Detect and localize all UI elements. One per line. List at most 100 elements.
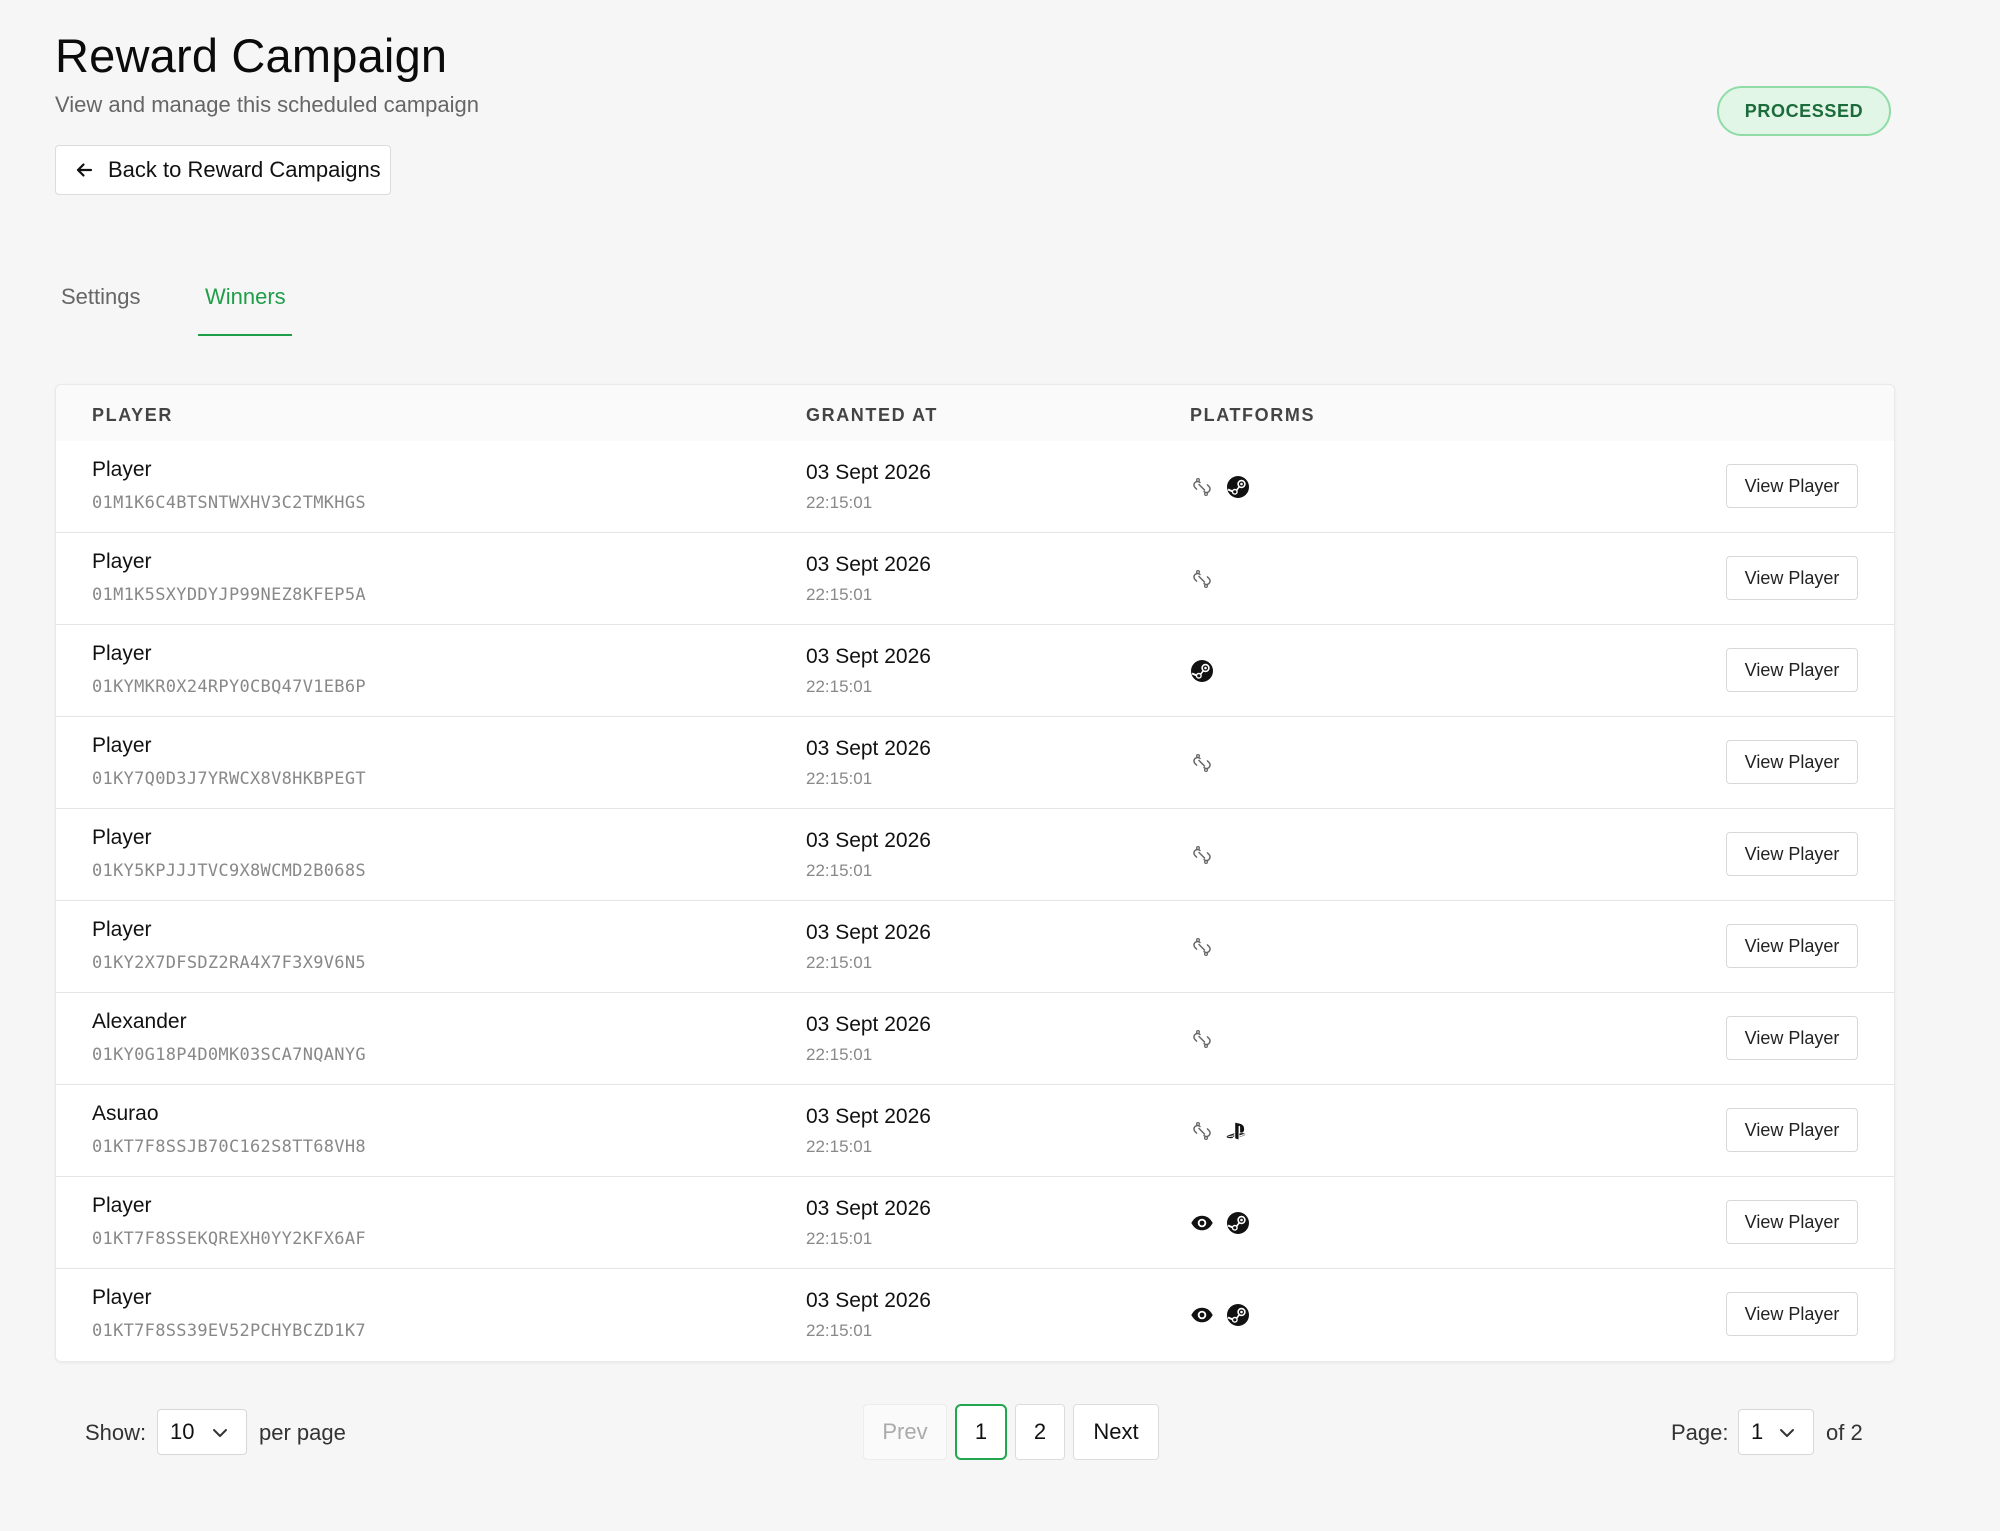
winners-table: PLAYER GRANTED AT PLATFORMS Player 01M1K6… — [55, 384, 1895, 1362]
granted-date: 03 Sept 2026 — [806, 1197, 931, 1220]
column-header-player: PLAYER — [92, 405, 173, 425]
table-row: Alexander 01KY0G18P4D0MK03SCA7NQANYG 03 Se… — [56, 993, 1894, 1085]
player-id: 01KT7F8SSJB70C162S8TT68VH8 — [92, 1137, 366, 1157]
view-player-button[interactable]: View Player — [1726, 1108, 1858, 1152]
view-player-button[interactable]: View Player — [1726, 648, 1858, 692]
table-row: Player 01KY7Q0D3J7YRWCX8V8HKBPEGT 03 Sept … — [56, 717, 1894, 809]
per-page-select[interactable]: 10 — [157, 1409, 247, 1455]
granted-date: 03 Sept 2026 — [806, 829, 931, 852]
page-select-value: 1 — [1751, 1419, 1764, 1444]
platform-icons — [1190, 1210, 1250, 1236]
view-player-button[interactable]: View Player — [1726, 924, 1858, 968]
page-title: Reward Campaign — [55, 29, 448, 82]
link-icon — [1190, 1119, 1214, 1143]
playstation-icon — [1226, 1119, 1250, 1143]
status-badge: PROCESSED — [1717, 86, 1891, 136]
pager: Prev 1 2 Next — [863, 1404, 1159, 1460]
eye-icon — [1190, 1211, 1214, 1235]
eye-icon — [1190, 1303, 1214, 1327]
page-count-label: of 2 — [1826, 1420, 1863, 1445]
player-id: 01KY2X7DFSDZ2RA4X7F3X9V6N5 — [92, 953, 366, 973]
granted-date: 03 Sept 2026 — [806, 921, 931, 944]
view-player-button[interactable]: View Player — [1726, 1292, 1858, 1336]
granted-time: 22:15:01 — [806, 1137, 873, 1156]
player-name: Player — [92, 550, 152, 573]
prev-button[interactable]: Prev — [863, 1404, 947, 1460]
view-player-button[interactable]: View Player — [1726, 464, 1858, 508]
player-id: 01KY5KPJJJTVC9X8WCMD2B068S — [92, 861, 366, 881]
view-player-button[interactable]: View Player — [1726, 556, 1858, 600]
granted-date: 03 Sept 2026 — [806, 1289, 931, 1312]
page-subtitle: View and manage this scheduled campaign — [55, 92, 479, 117]
platform-icons — [1190, 750, 1214, 776]
back-button-label: Back to Reward Campaigns — [108, 157, 381, 182]
player-id: 01KYMKR0X24RPY0CBQ47V1EB6P — [92, 677, 366, 697]
view-player-button[interactable]: View Player — [1726, 1200, 1858, 1244]
player-id: 01KT7F8SS39EV52PCHYBCZD1K7 — [92, 1321, 366, 1341]
steam-icon — [1226, 1303, 1250, 1327]
platform-icons — [1190, 934, 1214, 960]
back-to-campaigns-button[interactable]: Back to Reward Campaigns — [55, 145, 391, 195]
page-select[interactable]: 1 — [1738, 1409, 1814, 1455]
player-name: Player — [92, 1194, 152, 1217]
player-id: 01KY7Q0D3J7YRWCX8V8HKBPEGT — [92, 769, 366, 789]
table-header: PLAYER GRANTED AT PLATFORMS — [56, 385, 1894, 442]
granted-date: 03 Sept 2026 — [806, 645, 931, 668]
table-body: Player 01M1K6C4BTSNTWXHV3C2TMKHGS 03 Sept … — [56, 441, 1894, 1361]
link-icon — [1190, 751, 1214, 775]
chevron-down-icon — [213, 1429, 227, 1437]
granted-time: 22:15:01 — [806, 1229, 873, 1248]
view-player-button[interactable]: View Player — [1726, 1016, 1858, 1060]
view-player-button[interactable]: View Player — [1726, 832, 1858, 876]
link-icon — [1190, 567, 1214, 591]
player-name: Player — [92, 1286, 152, 1309]
granted-time: 22:15:01 — [806, 953, 873, 972]
steam-icon — [1190, 659, 1214, 683]
granted-time: 22:15:01 — [806, 769, 873, 788]
page-2-button[interactable]: 2 — [1015, 1404, 1065, 1460]
steam-icon — [1226, 1211, 1250, 1235]
granted-time: 22:15:01 — [806, 585, 873, 604]
per-page-label: per page — [259, 1420, 346, 1445]
granted-date: 03 Sept 2026 — [806, 553, 931, 576]
link-icon — [1190, 843, 1214, 867]
link-icon — [1190, 475, 1214, 499]
page-1-button[interactable]: 1 — [955, 1404, 1007, 1460]
link-icon — [1190, 935, 1214, 959]
next-button[interactable]: Next — [1073, 1404, 1159, 1460]
platform-icons — [1190, 658, 1214, 684]
player-id: 01KT7F8SSEKQREXH0YY2KFX6AF — [92, 1229, 366, 1249]
granted-time: 22:15:01 — [806, 861, 873, 880]
per-page-value: 10 — [170, 1419, 195, 1444]
link-icon — [1190, 1027, 1214, 1051]
column-header-granted-at: GRANTED AT — [806, 405, 938, 425]
granted-date: 03 Sept 2026 — [806, 461, 931, 484]
player-name: Asurao — [92, 1102, 159, 1125]
tab-settings[interactable]: Settings — [61, 284, 141, 310]
tab-winners[interactable]: Winners — [205, 284, 286, 310]
table-row: Asurao 01KT7F8SSJB70C162S8TT68VH8 03 Sept … — [56, 1085, 1894, 1177]
table-row: Player 01KT7F8SSEKQREXH0YY2KFX6AF 03 Sept … — [56, 1177, 1894, 1269]
platform-icons — [1190, 1302, 1250, 1328]
player-name: Player — [92, 458, 152, 481]
player-id: 01M1K6C4BTSNTWXHV3C2TMKHGS — [92, 493, 366, 513]
view-player-button[interactable]: View Player — [1726, 740, 1858, 784]
steam-icon — [1226, 475, 1250, 499]
player-id: 01M1K5SXYDDYJP99NEZ8KFEP5A — [92, 585, 366, 605]
table-row: Player 01M1K5SXYDDYJP99NEZ8KFEP5A 03 Sept … — [56, 533, 1894, 625]
player-id: 01KY0G18P4D0MK03SCA7NQANYG — [92, 1045, 366, 1065]
table-row: Player 01KT7F8SS39EV52PCHYBCZD1K7 03 Sept … — [56, 1269, 1894, 1361]
granted-time: 22:15:01 — [806, 1045, 873, 1064]
page-label: Page: — [1671, 1420, 1729, 1445]
table-row: Player 01KYMKR0X24RPY0CBQ47V1EB6P 03 Sept … — [56, 625, 1894, 717]
platform-icons — [1190, 1026, 1214, 1052]
granted-time: 22:15:01 — [806, 1321, 873, 1340]
pagination-footer: Show: 10 per page Prev 1 2 Next Page: 1 … — [55, 1404, 1895, 1460]
player-name: Player — [92, 642, 152, 665]
granted-date: 03 Sept 2026 — [806, 737, 931, 760]
platform-icons — [1190, 566, 1214, 592]
player-name: Player — [92, 734, 152, 757]
player-name: Alexander — [92, 1010, 187, 1033]
player-name: Player — [92, 918, 152, 941]
granted-time: 22:15:01 — [806, 493, 873, 512]
